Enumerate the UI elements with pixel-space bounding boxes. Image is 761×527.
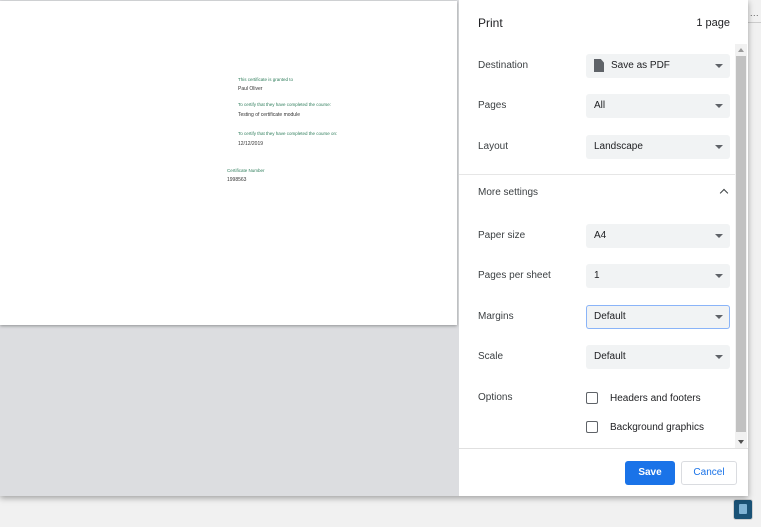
pages-per-sheet-value: 1: [594, 270, 600, 281]
course-label: To certify that they have completed the …: [238, 102, 332, 107]
scale-select[interactable]: Default: [586, 345, 730, 369]
chevron-up-icon: [719, 188, 729, 198]
pages-select[interactable]: All: [586, 94, 730, 118]
course-name: Testing of certificate module: [238, 112, 300, 118]
headers-footers-label[interactable]: Headers and footers: [610, 393, 701, 404]
print-dialog: This certificate is granted to Paul Oliv…: [0, 0, 748, 496]
options-label: Options: [478, 392, 513, 403]
print-settings-panel: Print 1 page Destination Save as PDF Pag…: [459, 0, 748, 496]
dialog-title: Print: [478, 16, 503, 30]
pages-label: Pages: [478, 100, 507, 111]
pdf-file-icon: [594, 59, 604, 72]
margins-label: Margins: [478, 311, 514, 322]
chevron-down-icon: [715, 315, 723, 319]
extension-icon[interactable]: [734, 500, 752, 519]
preview-page: This certificate is granted to Paul Oliv…: [0, 1, 457, 325]
layout-label: Layout: [478, 141, 509, 152]
settings-scroll-region[interactable]: Destination Save as PDF Pages All Layout…: [459, 44, 748, 448]
page-count: 1 page: [696, 17, 730, 29]
underlay-divider: [748, 22, 761, 23]
cert-number: 1998563: [227, 177, 247, 183]
destination-label: Destination: [478, 60, 529, 71]
margins-select[interactable]: Default: [586, 305, 730, 329]
chevron-down-icon: [715, 145, 723, 149]
scroll-down-arrow-icon[interactable]: [738, 440, 744, 444]
pages-value: All: [594, 100, 606, 111]
print-preview-area: This certificate is granted to Paul Oliv…: [0, 0, 459, 496]
chevron-down-icon: [715, 274, 723, 278]
cancel-button[interactable]: Cancel: [681, 461, 737, 485]
chevron-down-icon: [715, 234, 723, 238]
dialog-footer: Save Cancel: [459, 448, 748, 496]
panel-header: Print 1 page: [459, 0, 748, 44]
chevron-down-icon: [715, 355, 723, 359]
recipient-name: Paul Oliver: [238, 86, 263, 92]
chevron-down-icon: [715, 64, 723, 68]
cert-number-label: Certificate Number: [227, 168, 265, 173]
background-graphics-checkbox[interactable]: [586, 421, 598, 433]
paper-size-value: A4: [594, 230, 607, 241]
destination-select[interactable]: Save as PDF: [586, 54, 730, 78]
layout-select[interactable]: Landscape: [586, 135, 730, 159]
more-settings-label: More settings: [478, 187, 539, 198]
save-button[interactable]: Save: [625, 461, 675, 485]
scale-value: Default: [594, 351, 626, 362]
headers-footers-checkbox[interactable]: [586, 392, 598, 404]
settings-scrollbar[interactable]: [735, 44, 747, 448]
chevron-down-icon: [715, 104, 723, 108]
paper-size-select[interactable]: A4: [586, 224, 730, 248]
paper-size-label: Paper size: [478, 230, 526, 241]
layout-value: Landscape: [594, 141, 643, 152]
pages-per-sheet-select[interactable]: 1: [586, 264, 730, 288]
completed-on-label: To certify that they have completed the …: [238, 131, 338, 136]
scroll-up-arrow-icon[interactable]: [738, 48, 744, 52]
scrollbar-thumb[interactable]: [736, 56, 746, 432]
destination-value: Save as PDF: [611, 60, 670, 71]
scale-label: Scale: [478, 351, 504, 362]
background-graphics-label[interactable]: Background graphics: [610, 422, 704, 433]
margins-value: Default: [594, 311, 626, 322]
more-settings-toggle[interactable]: More settings: [459, 175, 737, 211]
completed-date: 12/12/2019: [238, 141, 264, 147]
underlay-ellipsis: ...: [750, 8, 760, 18]
pages-per-sheet-label: Pages per sheet: [478, 270, 551, 281]
granted-label: This certificate is granted to: [238, 77, 294, 82]
